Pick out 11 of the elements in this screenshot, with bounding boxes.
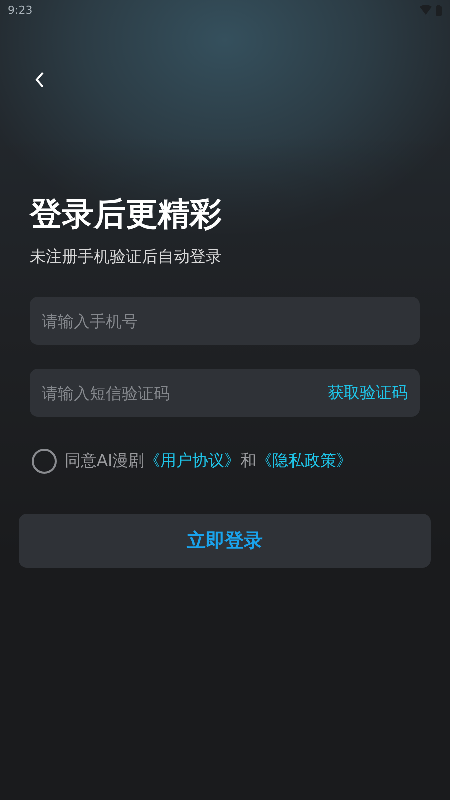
get-code-button[interactable]: 获取验证码 [328,381,408,405]
page-title: 登录后更精彩 [30,194,223,234]
wifi-icon [420,5,432,15]
status-time: 9:23 [8,4,33,16]
phone-input-field[interactable]: 请输入手机号 [30,297,420,345]
agree-checkbox[interactable] [32,449,57,474]
subtitle: 未注册手机验证后自动登录 [30,246,223,268]
policy-link[interactable]: 《用户协议》 [144,451,241,470]
policy-link[interactable]: 《隐私政策》 [256,451,353,470]
agreement-text: 同意AI漫剧《用户协议》和《隐私政策》 [65,451,353,472]
login-button[interactable]: 立即登录 [19,514,431,568]
